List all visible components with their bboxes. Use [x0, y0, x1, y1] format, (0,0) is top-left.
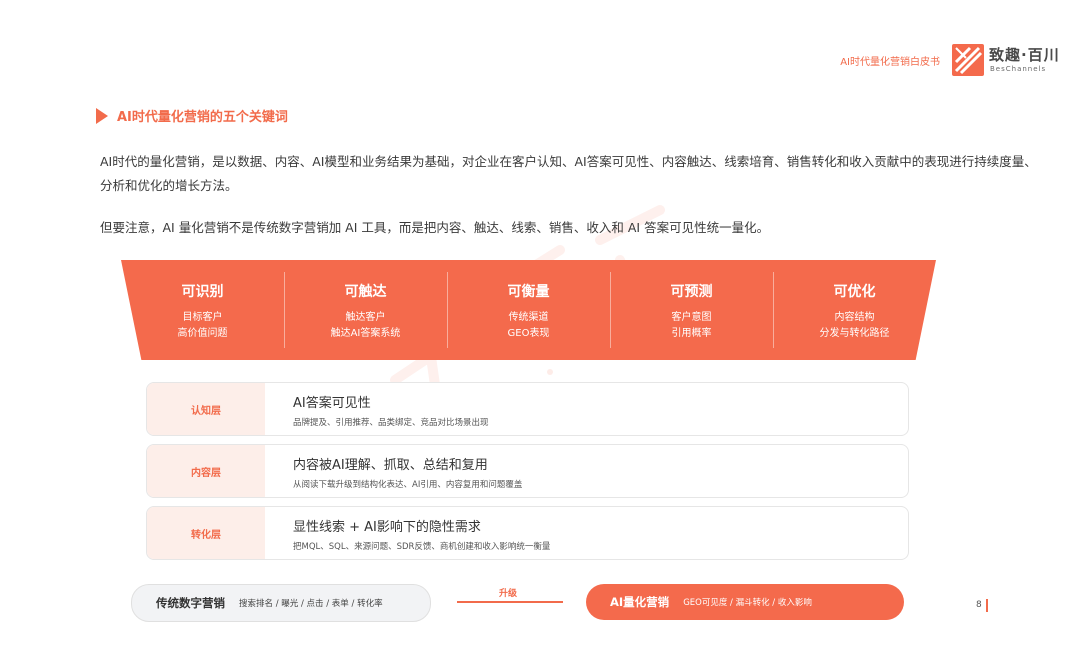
logo-text-cn: 致趣·百川 [989, 46, 1060, 64]
section-arrow-icon [96, 108, 108, 124]
pillar-desc: 触达客户 触达AI答案系统 [331, 310, 401, 342]
layer-desc: 把MQL、SQL、来源问题、SDR反馈、商机创建和收入影响统一衡量 [293, 542, 551, 552]
layer-desc: 品牌提及、引用推荐、品类绑定、竞品对比场景出现 [293, 418, 489, 428]
note-paragraph: 但要注意，AI 量化营销不是传统数字营销加 AI 工具，而是把内容、触达、线索、… [100, 220, 770, 235]
layer-tag: 内容层 [147, 445, 265, 497]
traditional-marketing-name: 传统数字营销 [156, 596, 225, 610]
intro-paragraph: AI时代的量化营销，是以数据、内容、AI模型和业务结果为基础，对企业在客户认知、… [100, 154, 1037, 193]
upgrade-label: 升级 [499, 589, 518, 599]
pillar-title: 可预测 [670, 284, 713, 300]
pillar-desc-line: 引用概率 [671, 328, 712, 339]
pillar-desc: 传统渠道 GEO表现 [508, 310, 550, 342]
pillar-title: 可优化 [833, 284, 876, 300]
pillar-desc-line: 触达AI答案系统 [330, 328, 401, 339]
upgrade-line [457, 601, 563, 603]
layer-conversion: 转化层 显性线索 + AI影响下的隐性需求 把MQL、SQL、来源问题、SDR反… [146, 506, 909, 560]
layer-tag: 转化层 [147, 507, 265, 559]
layer-tag: 认知层 [147, 383, 265, 435]
pillar-title: 可触达 [344, 284, 387, 300]
brand-logo: 致趣·百川 BesChannels [952, 44, 1062, 78]
pillar-desc-line: 内容结构 [834, 312, 875, 323]
page-number-marker [986, 599, 988, 612]
pillar-desc: 内容结构 分发与转化路径 [820, 310, 890, 342]
pillar-optimizable: 可优化 内容结构 分发与转化路径 [773, 260, 936, 360]
layer-title: 内容被AI理解、抓取、总结和复用 [293, 458, 488, 473]
pillar-desc-line: 高价值问题 [177, 328, 228, 339]
pillar-desc-line: 客户意图 [671, 312, 712, 323]
layer-desc: 从阅读下载升级到结构化表达、AI引用、内容复用和问题覆盖 [293, 480, 523, 490]
pillar-identifiable: 可识别 目标客户 高价值问题 [121, 260, 284, 360]
layer-title: AI答案可见性 [293, 396, 371, 411]
traditional-marketing-metrics: 搜索排名 / 曝光 / 点击 / 表单 / 转化率 [239, 599, 383, 609]
pillar-desc-line: 传统渠道 [508, 312, 549, 323]
ai-marketing-metrics: GEO可见度 / 漏斗转化 / 收入影响 [683, 598, 812, 608]
pillar-desc-line: GEO表现 [507, 328, 550, 339]
pillar-desc-line: 目标客户 [182, 312, 223, 323]
document-title: AI时代量化营销白皮书 [840, 57, 940, 68]
ai-marketing-pill: AI量化营销 GEO可见度 / 漏斗转化 / 收入影响 [586, 584, 904, 620]
pillar-title: 可识别 [181, 284, 224, 300]
pillar-desc: 客户意图 引用概率 [672, 310, 712, 342]
pillar-predictable: 可预测 客户意图 引用概率 [610, 260, 773, 360]
logo-mark-icon [952, 44, 984, 76]
logo-text-en: BesChannels [990, 65, 1047, 73]
pillar-reachable: 可触达 触达客户 触达AI答案系统 [284, 260, 447, 360]
pillar-desc-line: 分发与转化路径 [819, 328, 890, 339]
pillar-desc-line: 触达客户 [345, 312, 386, 323]
traditional-marketing-pill: 传统数字营销 搜索排名 / 曝光 / 点击 / 表单 / 转化率 [131, 584, 431, 622]
layer-title: 显性线索 + AI影响下的隐性需求 [293, 520, 481, 535]
section-title: AI时代量化营销的五个关键词 [117, 110, 288, 125]
layer-cognition: 认知层 AI答案可见性 品牌提及、引用推荐、品类绑定、竞品对比场景出现 [146, 382, 909, 436]
ai-marketing-name: AI量化营销 [610, 595, 670, 609]
keyword-funnel: 可识别 目标客户 高价值问题 可触达 触达客户 触达AI答案系统 可衡量 传统渠… [121, 260, 936, 360]
pillar-measurable: 可衡量 传统渠道 GEO表现 [447, 260, 610, 360]
pillar-desc: 目标客户 高价值问题 [178, 310, 228, 342]
pillar-title: 可衡量 [507, 284, 550, 300]
page-number: 8 [976, 600, 982, 610]
layer-content: 内容层 内容被AI理解、抓取、总结和复用 从阅读下载升级到结构化表达、AI引用、… [146, 444, 909, 498]
